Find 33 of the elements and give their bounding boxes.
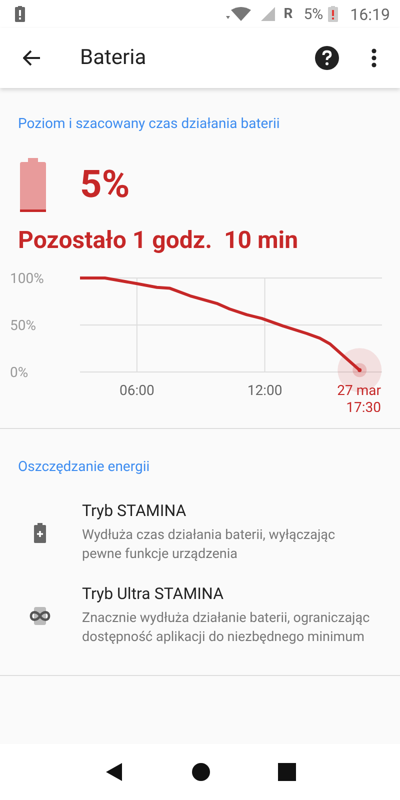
current-date: 27 mar	[337, 383, 381, 399]
current-time: 17:30	[346, 400, 381, 412]
clock: 16:19	[350, 4, 390, 24]
back-arrow-icon[interactable]	[23, 50, 41, 66]
item-description: Znacznie wydłuża działanie baterii, ograniczając dostępność aplikacji do niezbędnego minimum	[82, 609, 371, 647]
axis-label: 0%	[10, 365, 28, 381]
battery-level-icon	[20, 158, 46, 212]
axis-label: 100%	[10, 271, 44, 287]
setting-item[interactable]: Tryb STAMINA Wydłuża czas działania baterii, wyłączając pewne funkcje urządzenia	[0, 493, 400, 576]
battery-alert-icon	[15, 6, 25, 22]
item-title: Tryb Ultra STAMINA	[82, 584, 225, 603]
section-heading: Poziom i szacowany czas działania baterii	[17, 116, 281, 132]
infinity-battery-icon	[28, 606, 52, 626]
home-icon[interactable]	[190, 762, 211, 782]
screen-title: Bateria	[80, 46, 146, 70]
more-options-icon[interactable]	[371, 48, 377, 68]
axis-label: 50%	[10, 318, 36, 334]
axis-label: 12:00	[247, 383, 282, 399]
battery-plus-icon	[34, 522, 46, 542]
battery-percentage: 5%	[80, 163, 130, 207]
remaining-time: Pozostało 1 godz. 10 min	[17, 225, 300, 254]
signal-icon	[260, 7, 275, 21]
section-heading: Oszczędzanie energii	[17, 459, 151, 475]
back-icon[interactable]	[104, 762, 124, 782]
battery-percent: 5%	[304, 5, 324, 23]
axis-label: 06:00	[119, 383, 154, 399]
battery-low-icon	[328, 6, 338, 22]
item-title: Tryb STAMINA	[82, 501, 188, 520]
help-icon[interactable]	[315, 46, 339, 70]
roaming-indicator: R	[284, 6, 293, 22]
setting-item[interactable]: Tryb Ultra STAMINA Znacznie wydłuża działanie baterii, ograniczając dostępność aplikacji do niezbędnego minimum	[0, 576, 400, 659]
item-description: Wydłuża czas działania baterii, wyłączając pewne funkcje urządzenia	[82, 526, 336, 564]
recents-icon[interactable]	[278, 763, 296, 781]
